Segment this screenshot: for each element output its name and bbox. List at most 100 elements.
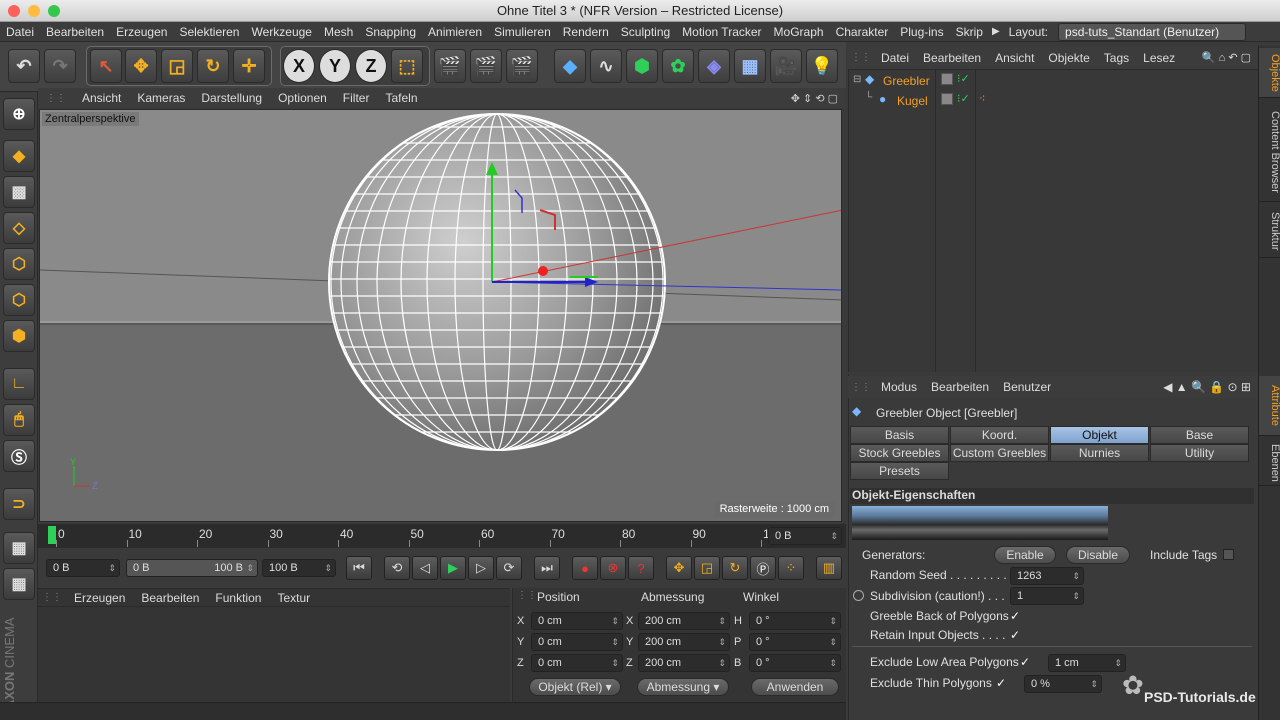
obj-menu-datei[interactable]: Datei (874, 51, 916, 65)
undo-icon[interactable]: ↶ (8, 49, 40, 83)
tab-presets[interactable]: Presets (850, 462, 949, 480)
end-frame-field[interactable]: 100 B (262, 559, 336, 577)
object-row-greebler[interactable]: ⊟ ◆ Greebler ⁝✓ (849, 72, 1259, 90)
key-pla-icon[interactable]: ⁘ (778, 556, 804, 580)
attr-menu-benutzer[interactable]: Benutzer (996, 380, 1058, 394)
retain-input-checkbox[interactable]: ✓ (1010, 629, 1022, 641)
texture-mode-icon[interactable]: ▩ (3, 176, 35, 208)
tab-stock-greebles[interactable]: Stock Greebles (850, 444, 949, 462)
timeline-window-icon[interactable]: ▥ (816, 556, 842, 580)
z-axis-lock-button[interactable]: Z (355, 49, 387, 83)
obj-search-icon[interactable]: 🔍 ⌂ ↶ ▢ (1195, 51, 1258, 64)
menu-selektieren[interactable]: Selektieren (173, 25, 245, 39)
go-to-start-icon[interactable]: ⏮ (346, 556, 372, 580)
play-icon[interactable]: ▶ (440, 556, 466, 580)
subdivision-surface-icon[interactable]: ⬢ (626, 49, 658, 83)
subdivision-animate-icon[interactable] (853, 590, 864, 601)
rotate-icon[interactable]: ↻ (197, 49, 229, 83)
menu-mograph[interactable]: MoGraph (768, 25, 830, 39)
render-settings-icon[interactable]: 🎬 (506, 49, 538, 83)
tab-struktur[interactable]: Struktur (1259, 206, 1280, 258)
size-mode-select[interactable]: Abmessung ▾ (637, 678, 729, 696)
exclude-low-checkbox[interactable]: ✓ (1020, 656, 1032, 668)
model-mode-icon[interactable]: ◆ (3, 140, 35, 172)
vp-menu-tafeln[interactable]: Tafeln (377, 91, 425, 105)
viewport-nav-icon[interactable]: ✥ ⇕ ⟲ ▢ (783, 92, 846, 105)
menu-motion-tracker[interactable]: Motion Tracker (676, 25, 767, 39)
tab-custom-greebles[interactable]: Custom Greebles (950, 444, 1049, 462)
locked-workplane-icon[interactable]: ▦ (3, 568, 35, 600)
polygons-mode-icon[interactable]: ⬢ (3, 320, 35, 352)
floor-icon[interactable]: ▦ (734, 49, 766, 83)
axis-mode-icon[interactable]: ∟ (3, 368, 35, 400)
previous-key-icon[interactable]: ⟲ (384, 556, 410, 580)
random-seed-field[interactable]: 1263 (1010, 567, 1084, 585)
tweak-mode-icon[interactable]: 🖱 (3, 404, 35, 436)
menu-werkzeuge[interactable]: Werkzeuge (245, 25, 317, 39)
menu-snapping[interactable]: Snapping (359, 25, 422, 39)
snapping-icon[interactable]: Ⓢ (3, 440, 35, 472)
points-mode-icon[interactable]: ⬡ (3, 248, 35, 280)
edges-mode-icon[interactable]: ⬡ (3, 284, 35, 316)
exclude-thin-field[interactable]: 0 % (1024, 675, 1102, 693)
mat-menu-erzeugen[interactable]: Erzeugen (66, 591, 133, 605)
menu-datei[interactable]: Datei (0, 25, 40, 39)
pos-z-field[interactable]: 0 cm (531, 654, 623, 672)
tab-utility[interactable]: Utility (1150, 444, 1249, 462)
light-icon[interactable]: 💡 (806, 49, 838, 83)
object-row-kugel[interactable]: └ ● Kugel ⁝✓ ⁖ (849, 92, 1259, 110)
key-parameter-icon[interactable]: Ⓟ (750, 556, 776, 580)
tab-koord[interactable]: Koord. (950, 426, 1049, 444)
coord-mode-select[interactable]: Objekt (Rel) ▾ (529, 678, 621, 696)
record-icon[interactable]: ● (572, 556, 598, 580)
start-frame-field[interactable]: 0 B (46, 559, 120, 577)
vp-menu-darstellung[interactable]: Darstellung (193, 91, 270, 105)
mat-menu-textur[interactable]: Textur (269, 591, 318, 605)
transform-icon[interactable]: ✛ (233, 49, 265, 83)
tab-objekte[interactable]: Objekte (1259, 48, 1280, 98)
obj-menu-ansicht[interactable]: Ansicht (988, 51, 1041, 65)
key-position-icon[interactable]: ✥ (666, 556, 692, 580)
mograph-cloner-icon[interactable]: ✿ (662, 49, 694, 83)
size-x-field[interactable]: 200 cm (638, 612, 730, 630)
spline-icon[interactable]: ∿ (590, 49, 622, 83)
layout-select[interactable]: psd-tuts_Standart (Benutzer) (1058, 22, 1247, 41)
include-tags-checkbox[interactable] (1223, 549, 1234, 560)
zoom-window-button[interactable] (48, 5, 60, 17)
exclude-thin-checkbox[interactable]: ✓ (996, 677, 1008, 689)
menu-rendern[interactable]: Rendern (557, 25, 615, 39)
menu-simulieren[interactable]: Simulieren (488, 25, 557, 39)
enabled-check-icon[interactable]: ⁝✓ (957, 92, 970, 105)
next-key-icon[interactable]: ⟳ (496, 556, 522, 580)
workplane-icon[interactable]: ▦ (3, 532, 35, 564)
attr-menu-bearbeiten[interactable]: Bearbeiten (924, 380, 996, 394)
minimize-window-button[interactable] (28, 5, 40, 17)
layer-swatch[interactable] (941, 93, 953, 105)
obj-menu-lesezeichen[interactable]: Lesez (1136, 51, 1182, 65)
close-window-button[interactable] (8, 5, 20, 17)
move-icon[interactable]: ✥ (125, 49, 157, 83)
go-to-end-icon[interactable]: ⏭ (534, 556, 560, 580)
obj-menu-tags[interactable]: Tags (1097, 51, 1136, 65)
autokey-icon[interactable]: ⊗ (600, 556, 626, 580)
3d-viewport[interactable]: Zentralperspektive Y Z Rasterweite: 100… (39, 109, 842, 522)
obj-menu-bearbeiten[interactable]: Bearbeiten (916, 51, 988, 65)
obj-menu-objekte[interactable]: Objekte (1041, 51, 1096, 65)
tab-nurnies[interactable]: Nurnies (1050, 444, 1149, 462)
next-frame-icon[interactable]: ▷ (468, 556, 494, 580)
vp-menu-ansicht[interactable]: Ansicht (74, 91, 129, 105)
enable-button[interactable]: Enable (994, 546, 1056, 564)
vp-menu-optionen[interactable]: Optionen (270, 91, 335, 105)
size-y-field[interactable]: 200 cm (638, 633, 730, 651)
menu-skript[interactable]: Skrip (950, 25, 989, 39)
timeline-playhead[interactable] (48, 526, 56, 544)
make-editable-icon[interactable]: ⊕ (3, 98, 35, 130)
tab-content-browser[interactable]: Content Browser (1259, 102, 1280, 202)
tab-attribute[interactable]: Attribute (1259, 376, 1280, 436)
menu-plugins[interactable]: Plug-ins (894, 25, 949, 39)
timeline-ruler[interactable]: 0102030405060708090100 0 B (38, 524, 846, 548)
tab-base[interactable]: Base (1150, 426, 1249, 444)
attr-menu-modus[interactable]: Modus (874, 380, 924, 394)
menu-bearbeiten[interactable]: Bearbeiten (40, 25, 110, 39)
cube-object-icon[interactable]: ◆ (554, 49, 586, 83)
